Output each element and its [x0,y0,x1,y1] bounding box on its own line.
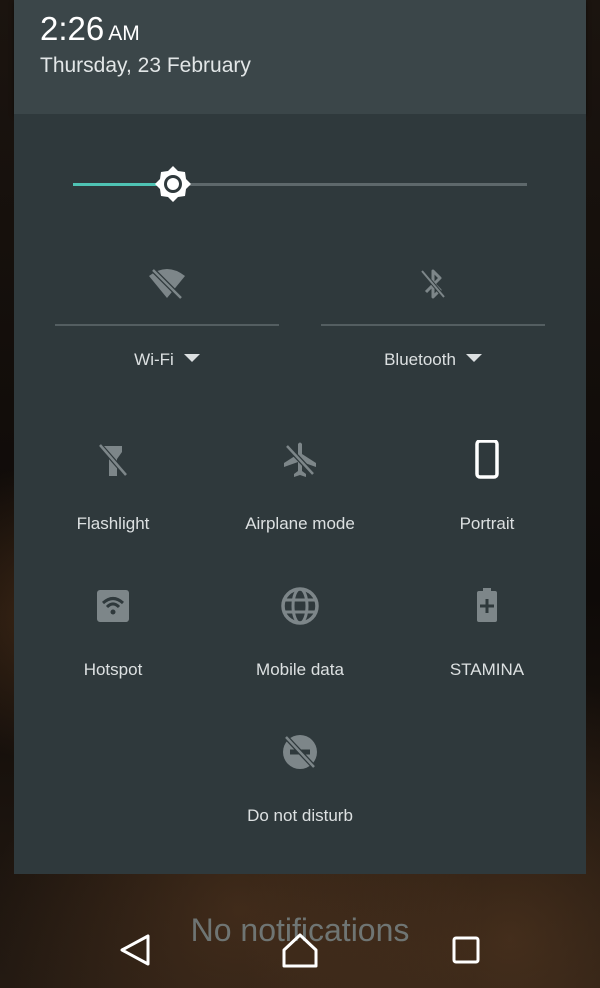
tile-label: Portrait [459,514,515,533]
portrait-tile[interactable]: Portrait [393,439,581,550]
brightness-slider[interactable] [73,183,527,186]
navigation-bar [0,910,600,988]
flashlight-tile[interactable]: Flashlight [19,440,207,550]
tile-label: Airplane mode [245,514,355,533]
hotspot-tile[interactable]: Hotspot [19,586,207,696]
recents-button[interactable] [446,930,486,970]
wifi-tile-divider [55,324,279,326]
clock[interactable]: 2:26 AM [40,10,140,48]
bluetooth-off-icon [413,266,453,302]
airplane-icon [280,440,320,480]
notification-header: 2:26 AM Thursday, 23 February [14,0,586,114]
home-button[interactable] [280,930,320,970]
tile-label: Hotspot [83,660,143,679]
globe-icon [280,586,320,626]
airplane-mode-tile[interactable]: Airplane mode [206,440,394,550]
back-icon [120,934,150,966]
clock-ampm: AM [108,22,140,45]
stamina-tile[interactable]: STAMINA [393,586,581,696]
bluetooth-tile[interactable]: Bluetooth [321,254,545,372]
quick-settings-panel: Wi-Fi Bluetooth Flashlight Airplane mode… [14,114,586,874]
battery-plus-icon [467,586,507,626]
mobile-data-tile[interactable]: Mobile data [206,586,394,696]
home-icon [282,933,318,968]
wifi-off-icon [147,266,187,302]
phone-portrait-icon [467,439,507,480]
bluetooth-dropdown[interactable]: Bluetooth [321,350,545,370]
do-not-disturb-icon [280,732,320,772]
wifi-tile[interactable]: Wi-Fi [55,254,279,372]
do-not-disturb-tile[interactable]: Do not disturb [206,732,394,842]
dropdown-arrow-icon [183,354,200,362]
flashlight-off-icon [93,440,133,480]
tile-label: Do not disturb [247,806,353,825]
bluetooth-tile-divider [321,324,545,326]
wifi-dropdown[interactable]: Wi-Fi [55,350,279,370]
brightness-icon [155,166,191,202]
tile-label: Mobile data [256,660,344,679]
recents-icon [452,936,480,964]
brightness-thumb[interactable] [151,162,195,206]
hotspot-icon [93,586,133,626]
date-label[interactable]: Thursday, 23 February [40,54,251,78]
tile-label: Flashlight [76,514,150,533]
tile-label: STAMINA [449,660,525,679]
back-button[interactable] [114,930,154,970]
dropdown-arrow-icon [465,354,482,362]
